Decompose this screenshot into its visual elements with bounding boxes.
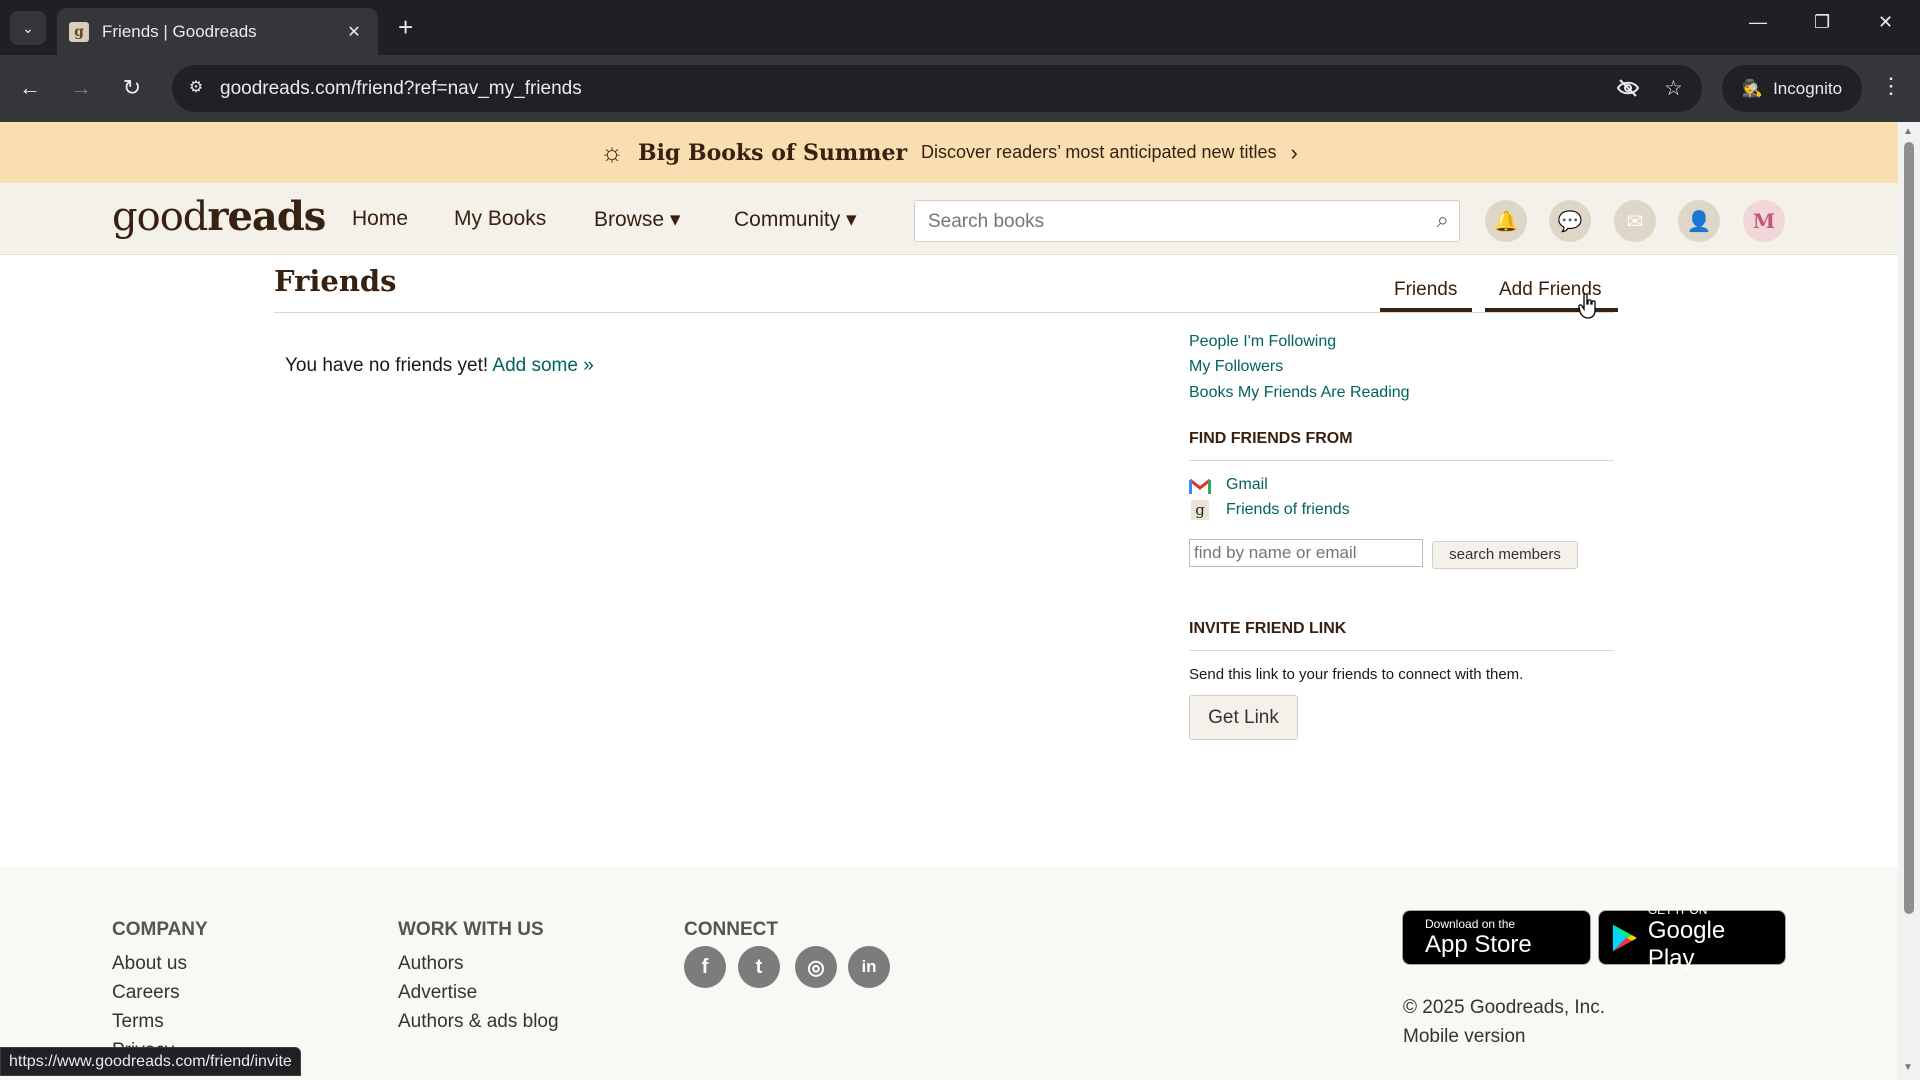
people-following-link[interactable]: People I'm Following: [1189, 333, 1336, 351]
link-status-bar: https://www.goodreads.com/friend/invite: [0, 1047, 301, 1076]
goodreads-g-icon: g: [1191, 500, 1209, 520]
forward-icon[interactable]: →: [66, 74, 96, 102]
goodreads-favicon-icon: g: [69, 21, 89, 42]
tab-friends[interactable]: Friends: [1394, 279, 1457, 301]
back-icon[interactable]: ←: [15, 74, 45, 102]
authors-ads-blog-link[interactable]: Authors & ads blog: [398, 1011, 559, 1033]
find-by-name-input[interactable]: [1189, 539, 1423, 567]
discussions-icon[interactable]: 💬: [1549, 200, 1591, 242]
reload-icon[interactable]: ↻: [117, 74, 147, 102]
incognito-indicator[interactable]: 🕵 Incognito: [1722, 65, 1862, 112]
title-divider: [274, 312, 1614, 313]
search-books-input[interactable]: Search books ⌕: [914, 200, 1460, 242]
app-store-big-text: App Store: [1425, 930, 1532, 958]
new-tab-button[interactable]: +: [398, 14, 413, 40]
google-play-badge[interactable]: GET IT ON Google Play: [1598, 903, 1786, 972]
eye-off-icon[interactable]: [1616, 76, 1640, 106]
bookmark-star-icon[interactable]: ☆: [1664, 76, 1683, 101]
scrollbar-thumb[interactable]: [1904, 142, 1914, 914]
facebook-icon[interactable]: f: [684, 946, 726, 988]
close-window-icon[interactable]: ✕: [1878, 12, 1893, 33]
tab-title: Friends | Goodreads: [102, 21, 257, 41]
gmail-link[interactable]: Gmail: [1226, 476, 1268, 494]
search-icon[interactable]: ⌕: [1437, 207, 1449, 233]
no-friends-text: You have no friends yet!: [285, 355, 493, 376]
about-us-link[interactable]: About us: [112, 953, 187, 975]
browser-tab[interactable]: g Friends | Goodreads ✕: [57, 8, 378, 55]
copyright-text: © 2025 Goodreads, Inc.: [1403, 997, 1606, 1018]
mobile-version-link[interactable]: Mobile version: [1403, 1026, 1526, 1048]
incognito-icon: 🕵: [1741, 78, 1764, 98]
get-link-button[interactable]: Get Link: [1189, 695, 1298, 740]
search-members-button[interactable]: search members: [1432, 541, 1578, 569]
incognito-label: Incognito: [1773, 78, 1843, 98]
terms-link[interactable]: Terms: [112, 1011, 164, 1033]
books-friends-reading-link[interactable]: Books My Friends Are Reading: [1189, 384, 1410, 402]
company-heading: COMPANY: [112, 919, 208, 940]
site-header: goodreads Home My Books Browse ▾ Communi…: [0, 183, 1898, 255]
app-store-badge[interactable]: Download on the App Store: [1402, 910, 1591, 965]
banner-text: Discover readers’ most anticipated new t…: [921, 142, 1277, 162]
nav-browse[interactable]: Browse ▾: [594, 207, 680, 232]
scroll-up-icon[interactable]: ▲: [1903, 126, 1913, 137]
add-some-link[interactable]: Add some »: [492, 355, 593, 376]
goodreads-logo[interactable]: goodreads: [112, 193, 326, 240]
nav-community[interactable]: Community ▾: [734, 207, 857, 232]
linkedin-icon[interactable]: in: [848, 946, 890, 988]
my-followers-link[interactable]: My Followers: [1189, 358, 1283, 376]
browser-tab-bar: ⌄ g Friends | Goodreads ✕ + — ❐ ✕: [0, 0, 1920, 55]
profile-avatar[interactable]: M: [1743, 200, 1785, 242]
hand-cursor-icon: [1578, 293, 1596, 319]
instagram-icon[interactable]: ◎: [795, 946, 837, 988]
invite-text: Send this link to your friends to connec…: [1189, 666, 1524, 683]
scroll-down-icon[interactable]: ▼: [1903, 1062, 1913, 1073]
page-scrollbar[interactable]: ▲ ▼: [1898, 122, 1920, 1080]
friends-of-friends-link[interactable]: Friends of friends: [1226, 501, 1350, 519]
page-viewport: ☼ Big Books of Summer Discover readers’ …: [0, 122, 1898, 1080]
nav-home[interactable]: Home: [352, 207, 408, 231]
no-friends-message: You have no friends yet! Add some »: [285, 355, 594, 377]
tab-search-button[interactable]: ⌄: [10, 11, 46, 45]
gmail-icon: [1189, 478, 1211, 494]
banner-title: Big Books of Summer: [637, 139, 908, 166]
promo-banner[interactable]: ☼ Big Books of Summer Discover readers’ …: [0, 122, 1898, 183]
invite-divider: [1189, 650, 1614, 651]
page-title: Friends: [274, 264, 397, 298]
more-menu-icon[interactable]: ⋮: [1880, 73, 1902, 99]
google-play-icon: [1612, 924, 1637, 951]
chevron-right-icon: ›: [1290, 139, 1298, 165]
app-store-small-text: Download on the: [1425, 916, 1516, 931]
search-placeholder: Search books: [928, 211, 1045, 232]
advertise-link[interactable]: Advertise: [398, 982, 477, 1004]
restore-icon[interactable]: ❐: [1814, 12, 1830, 33]
friends-person-icon[interactable]: 👤: [1678, 200, 1720, 242]
careers-link[interactable]: Careers: [112, 982, 180, 1004]
browser-toolbar: ← → ↻ ⚙ goodreads.com/friend?ref=nav_my_…: [0, 55, 1920, 122]
nav-my-books[interactable]: My Books: [454, 207, 546, 231]
address-bar[interactable]: ⚙ goodreads.com/friend?ref=nav_my_friend…: [172, 65, 1702, 112]
google-play-big-text: Google Play: [1647, 916, 1726, 972]
url-text[interactable]: goodreads.com/friend?ref=nav_my_friends: [220, 78, 582, 100]
sun-book-icon: ☼: [600, 137, 624, 167]
work-with-us-heading: WORK WITH US: [398, 919, 544, 940]
messages-envelope-icon[interactable]: ✉: [1614, 200, 1656, 242]
invite-link-heading: INVITE FRIEND LINK: [1189, 620, 1347, 637]
notifications-bell-icon[interactable]: 🔔: [1485, 200, 1527, 242]
google-play-small-text: GET IT ON: [1647, 902, 1708, 917]
site-info-icon[interactable]: ⚙: [184, 77, 208, 101]
connect-heading: CONNECT: [684, 919, 778, 940]
close-tab-icon[interactable]: ✕: [342, 22, 366, 42]
find-friends-heading: FIND FRIENDS FROM: [1189, 430, 1353, 447]
authors-link[interactable]: Authors: [398, 953, 463, 975]
twitter-icon[interactable]: t: [738, 946, 780, 988]
minimize-icon[interactable]: —: [1749, 12, 1767, 33]
find-friends-divider: [1189, 460, 1614, 461]
